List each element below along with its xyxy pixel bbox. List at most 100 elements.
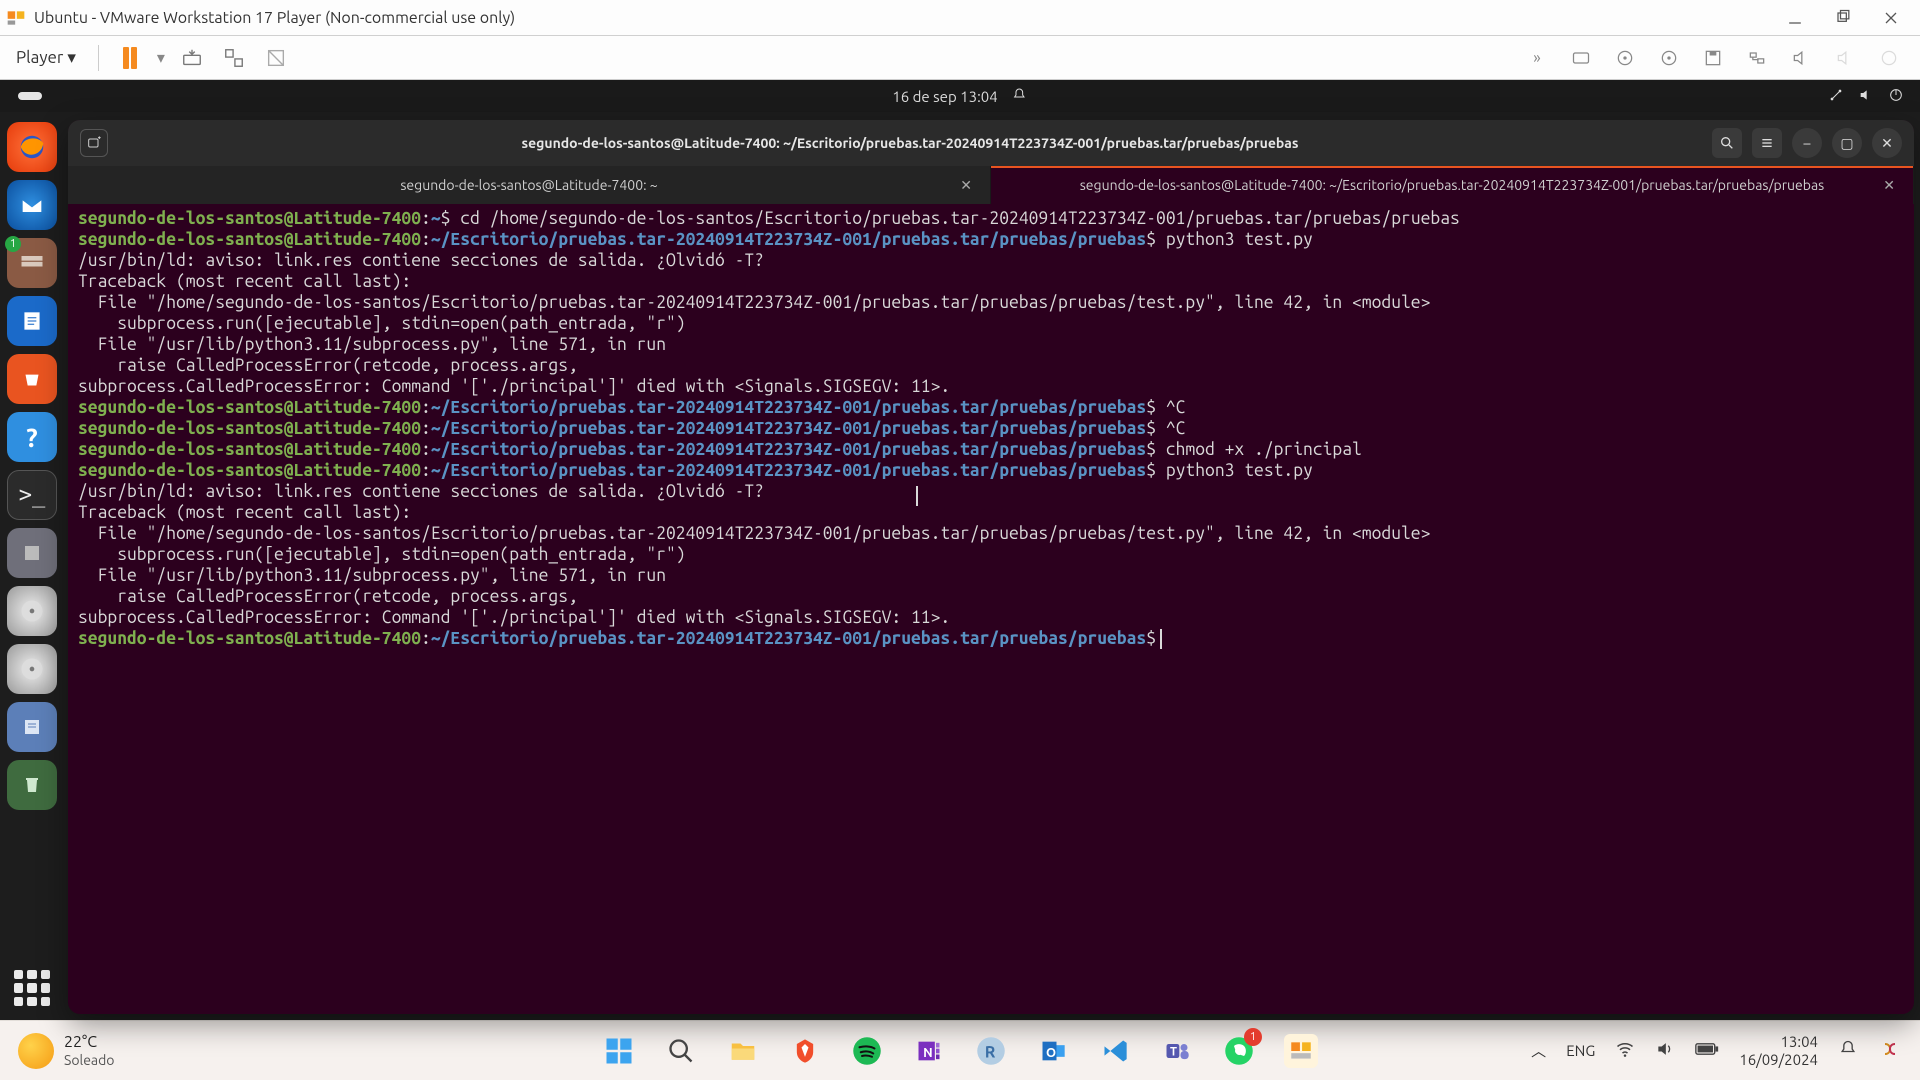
brave-icon[interactable] xyxy=(788,1034,822,1068)
vmware-title: Ubuntu - VMware Workstation 17 Player (N… xyxy=(34,9,515,27)
tab-label: segundo-de-los-santos@Latitude-7400: ~ xyxy=(400,177,657,193)
file-explorer-icon[interactable] xyxy=(726,1034,760,1068)
onenote-icon[interactable]: N xyxy=(912,1034,946,1068)
vmware-toolbar: Player ▾ ▾ » xyxy=(0,36,1920,80)
terminal-tab-2[interactable]: segundo-de-los-santos@Latitude-7400: ~/E… xyxy=(991,166,1914,204)
power-status-icon[interactable] xyxy=(1888,87,1904,106)
new-tab-button[interactable] xyxy=(80,129,108,157)
close-tab-icon[interactable]: ✕ xyxy=(960,177,972,194)
tab-label: segundo-de-los-santos@Latitude-7400: ~/E… xyxy=(1080,177,1825,193)
window-close-button[interactable]: ✕ xyxy=(1872,128,1902,158)
cd-dvd-2-icon[interactable] xyxy=(1654,43,1684,73)
wifi-icon[interactable] xyxy=(1615,1039,1635,1062)
pause-icon xyxy=(123,47,137,69)
cd-dvd-icon[interactable] xyxy=(1610,43,1640,73)
ubuntu-dock: 1 ? >_ xyxy=(0,112,64,1020)
player-menu[interactable]: Player ▾ xyxy=(10,44,82,72)
bell-icon[interactable] xyxy=(1012,87,1028,106)
hard-disk-icon[interactable] xyxy=(1566,43,1596,73)
mouse-text-caret xyxy=(916,486,918,506)
dock-thunderbird[interactable] xyxy=(7,180,57,230)
sound-icon[interactable] xyxy=(1786,43,1816,73)
battery-icon[interactable] xyxy=(1695,1041,1719,1060)
player-menu-label: Player xyxy=(16,48,63,67)
fullscreen-button[interactable] xyxy=(219,43,249,73)
dock-disk-2[interactable] xyxy=(7,644,57,694)
ubuntu-top-panel: 16 de sep 13:04 xyxy=(0,80,1920,112)
terminal-tab-1[interactable]: segundo-de-los-santos@Latitude-7400: ~ ✕ xyxy=(68,166,991,204)
clock-time: 13:04 xyxy=(1739,1033,1818,1051)
printer-icon[interactable] xyxy=(1830,43,1860,73)
language-indicator[interactable]: ENG xyxy=(1566,1042,1595,1059)
svg-text:O: O xyxy=(1046,1045,1056,1059)
dock-files[interactable]: 1 xyxy=(7,238,57,288)
close-button[interactable] xyxy=(1868,3,1914,33)
notification-badge: 1 xyxy=(1244,1028,1262,1046)
text-cursor xyxy=(1160,629,1162,649)
minimize-button[interactable] xyxy=(1772,3,1818,33)
activities-pill[interactable] xyxy=(18,92,42,100)
vmware-titlebar: Ubuntu - VMware Workstation 17 Player (N… xyxy=(0,0,1920,36)
clock-date: 16/09/2024 xyxy=(1739,1051,1818,1069)
vscode-icon[interactable] xyxy=(1098,1034,1132,1068)
send-ctrl-alt-del-button[interactable] xyxy=(177,43,207,73)
copilot-icon[interactable] xyxy=(1878,1037,1902,1064)
teams-icon[interactable]: T xyxy=(1160,1034,1194,1068)
dock-ubuntu-software[interactable] xyxy=(7,354,57,404)
weather-widget[interactable]: 22°C Soleado xyxy=(64,1033,115,1069)
terminal-title: segundo-de-los-santos@Latitude-7400: ~/E… xyxy=(118,135,1702,151)
dock-trash[interactable] xyxy=(7,760,57,810)
vmware-taskbar-icon[interactable] xyxy=(1284,1034,1318,1068)
dock-text-editor[interactable] xyxy=(7,528,57,578)
weather-temp: 22°C xyxy=(64,1033,115,1051)
maximize-button[interactable] xyxy=(1820,3,1866,33)
guest-viewport: 16 de sep 13:04 1 ? xyxy=(0,80,1920,1020)
spotify-icon[interactable] xyxy=(850,1034,884,1068)
dock-disk-1[interactable] xyxy=(7,586,57,636)
dock-notes[interactable] xyxy=(7,702,57,752)
separator xyxy=(98,45,99,71)
usb-icon[interactable] xyxy=(1874,43,1904,73)
dock-libreoffice-writer[interactable] xyxy=(7,296,57,346)
terminal-header: segundo-de-los-santos@Latitude-7400: ~/E… xyxy=(68,120,1914,166)
pause-vm-button[interactable] xyxy=(115,43,145,73)
hamburger-menu-button[interactable] xyxy=(1752,128,1782,158)
search-button[interactable] xyxy=(664,1034,698,1068)
notification-center-icon[interactable] xyxy=(1838,1039,1858,1062)
taskbar-clock[interactable]: 13:04 16/09/2024 xyxy=(1739,1033,1818,1069)
outlook-icon[interactable]: O xyxy=(1036,1034,1070,1068)
network-icon[interactable] xyxy=(1742,43,1772,73)
start-button[interactable] xyxy=(602,1034,636,1068)
network-status-icon[interactable] xyxy=(1828,87,1844,106)
rstudio-icon[interactable]: R xyxy=(974,1034,1008,1068)
show-apps-button[interactable] xyxy=(14,970,50,1006)
volume-status-icon[interactable] xyxy=(1858,87,1874,106)
chevron-down-icon[interactable]: ▾ xyxy=(157,48,165,67)
tray-chevron-up-icon[interactable]: ︿ xyxy=(1531,1040,1546,1061)
weather-desc: Soleado xyxy=(64,1051,115,1069)
floppy-icon[interactable] xyxy=(1698,43,1728,73)
dock-help[interactable]: ? xyxy=(7,412,57,462)
volume-icon[interactable] xyxy=(1655,1039,1675,1062)
svg-text:N: N xyxy=(923,1045,933,1059)
terminal-window: segundo-de-los-santos@Latitude-7400: ~/E… xyxy=(68,120,1914,1014)
terminal-body[interactable]: segundo-de-los-santos@Latitude-7400:~$ c… xyxy=(68,204,1914,1014)
search-button[interactable] xyxy=(1712,128,1742,158)
panel-datetime[interactable]: 16 de sep 13:04 xyxy=(892,88,997,105)
files-badge: 1 xyxy=(5,236,21,252)
vmware-icon xyxy=(6,8,26,28)
close-tab-icon[interactable]: ✕ xyxy=(1883,177,1895,194)
terminal-tabs: segundo-de-los-santos@Latitude-7400: ~ ✕… xyxy=(68,166,1914,204)
unity-mode-button[interactable] xyxy=(261,43,291,73)
network-adapter-icon[interactable]: » xyxy=(1522,43,1552,73)
whatsapp-icon[interactable]: 1 xyxy=(1222,1034,1256,1068)
windows-taskbar: 22°C Soleado N R O T xyxy=(0,1020,1920,1080)
svg-text:R: R xyxy=(985,1043,996,1061)
weather-icon[interactable] xyxy=(18,1033,54,1069)
window-maximize-button[interactable]: ▢ xyxy=(1832,128,1862,158)
svg-text:T: T xyxy=(1170,1045,1177,1058)
window-minimize-button[interactable]: – xyxy=(1792,128,1822,158)
dock-terminal[interactable]: >_ xyxy=(7,470,57,520)
dock-firefox[interactable] xyxy=(7,122,57,172)
chevron-down-icon: ▾ xyxy=(67,48,76,68)
